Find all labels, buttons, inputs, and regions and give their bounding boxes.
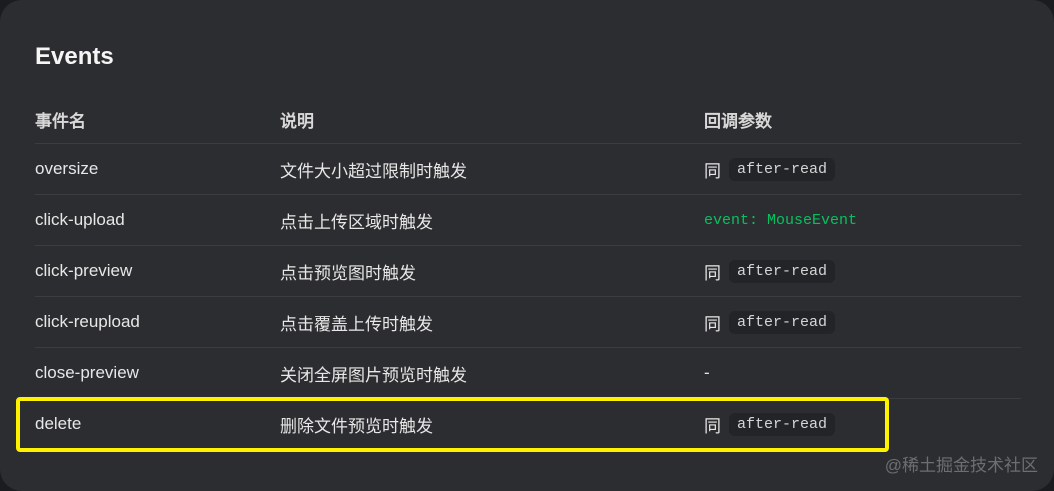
event-description: 点击上传区域时触发 [280, 212, 433, 232]
watermark: @稀土掘金技术社区 [884, 456, 1038, 475]
param-code: after-read [729, 157, 836, 181]
param-prefix: 同 [704, 416, 721, 436]
callback-params: - [704, 363, 710, 382]
event-name: oversize [35, 159, 99, 178]
param-code: after-read [729, 259, 836, 283]
event-description: 点击覆盖上传时触发 [280, 314, 433, 334]
callback-params: 同 after-read [704, 297, 836, 347]
event-description: 关闭全屏图片预览时触发 [280, 365, 467, 385]
event-description: 文件大小超过限制时触发 [280, 161, 467, 181]
table-row: click-upload 点击上传区域时触发 event: MouseEvent [35, 195, 1021, 246]
events-table: 事件名 说明 回调参数 oversize 文件大小超过限制时触发 同 after… [35, 95, 1021, 449]
callback-params: 同 after-read [704, 246, 836, 296]
header-event-name: 事件名 [35, 111, 86, 131]
table-row: delete 删除文件预览时触发 同 after-read [35, 399, 1021, 449]
callback-params: event: MouseEvent [704, 195, 857, 245]
header-callback-params: 回调参数 [704, 111, 772, 131]
param-code: after-read [729, 412, 836, 436]
callback-params: 同 after-read [704, 399, 836, 449]
event-name: click-upload [35, 210, 125, 229]
event-description: 删除文件预览时触发 [280, 416, 433, 436]
callback-params: 同 after-read [704, 144, 836, 194]
param-prefix: 同 [704, 263, 721, 283]
param-code: after-read [729, 310, 836, 334]
param-code: event: MouseEvent [704, 211, 858, 229]
events-card: Events 事件名 说明 回调参数 oversize 文件大小超过限制时触发 … [0, 0, 1054, 491]
table-row: click-reupload 点击覆盖上传时触发 同 after-read [35, 297, 1021, 348]
event-name: delete [35, 414, 82, 433]
event-name: click-preview [35, 261, 133, 280]
section-title: Events [35, 43, 114, 70]
table-row: close-preview 关闭全屏图片预览时触发 - [35, 348, 1021, 399]
param-prefix: 同 [704, 314, 721, 334]
event-name: close-preview [35, 363, 139, 382]
event-name: click-reupload [35, 312, 140, 331]
event-description: 点击预览图时触发 [280, 263, 416, 283]
table-row: click-preview 点击预览图时触发 同 after-read [35, 246, 1021, 297]
header-description: 说明 [280, 111, 314, 131]
table-row: oversize 文件大小超过限制时触发 同 after-read [35, 144, 1021, 195]
param-prefix: 同 [704, 161, 721, 181]
table-header-row: 事件名 说明 回调参数 [35, 95, 1021, 144]
